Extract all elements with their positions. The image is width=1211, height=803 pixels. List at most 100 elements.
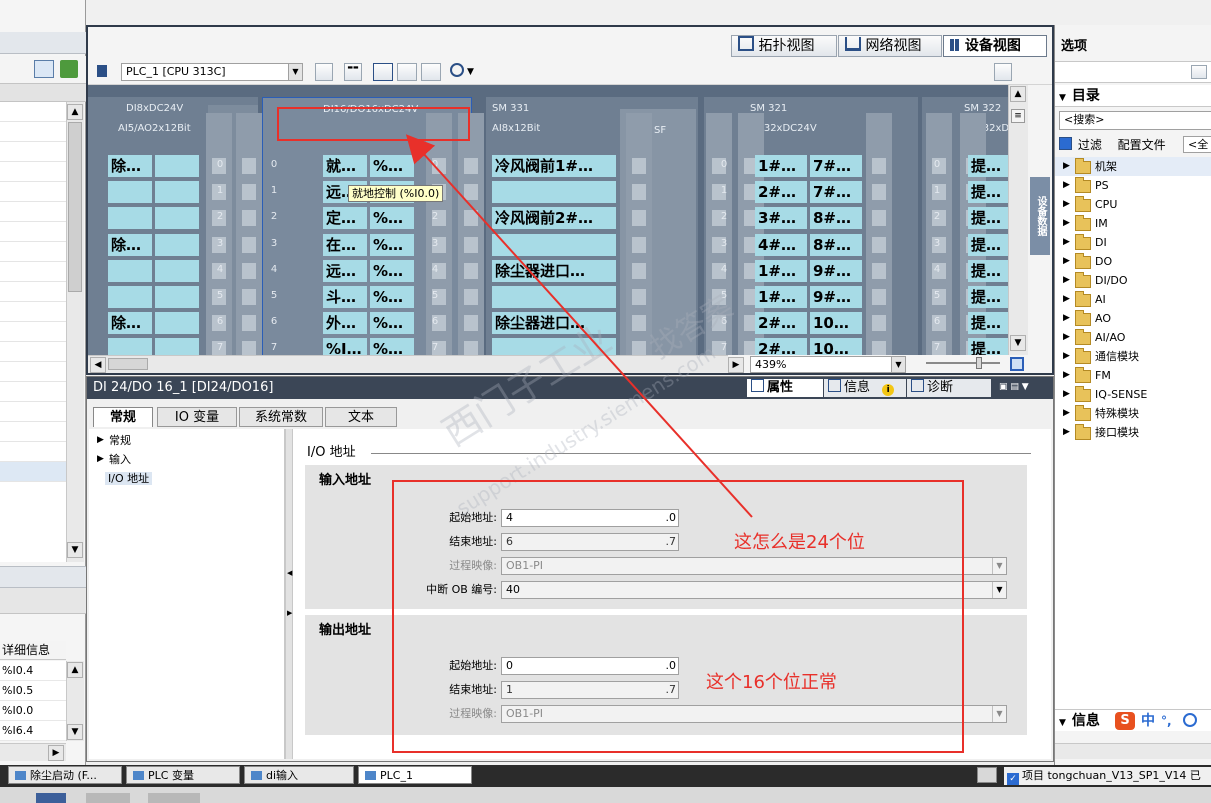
splitter-handle[interactable]: ◀ ▶ <box>285 429 293 759</box>
catalog-tree-item[interactable]: ▶ 特殊模块 <box>1055 404 1211 423</box>
chevron-right-icon[interactable]: ▶ <box>1063 309 1070 328</box>
tag-cell[interactable]: 提… <box>968 286 1008 308</box>
catalog-tree-item[interactable]: ▶ 接口模块 <box>1055 423 1211 442</box>
tag-cell[interactable] <box>155 338 199 355</box>
tag-cell[interactable] <box>155 286 199 308</box>
tag-cell[interactable]: 3#… <box>755 207 807 230</box>
scroll-down-icon[interactable]: ▼ <box>67 724 83 740</box>
catalog-tree-item[interactable]: ▶ PS <box>1055 176 1211 195</box>
tag-cell[interactable] <box>155 233 199 256</box>
export-icon[interactable] <box>60 60 78 78</box>
tag-cell[interactable]: 1#… <box>755 259 807 282</box>
tag-cell[interactable]: 除… <box>108 233 152 256</box>
toggle-overview-button[interactable] <box>315 63 333 81</box>
scroll-up-icon[interactable]: ▲ <box>67 104 83 120</box>
taskbar-item[interactable]: PLC_1 <box>358 766 472 784</box>
tag-cell[interactable] <box>108 207 152 230</box>
device-selector[interactable]: PLC_1 [CPU 313C] ▼ <box>121 63 303 81</box>
catalog-tree-item[interactable]: ▶ AI/AO <box>1055 328 1211 347</box>
catalog-tree-item[interactable]: ▶ IM <box>1055 214 1211 233</box>
chevron-right-icon[interactable]: ▶ <box>1063 195 1070 214</box>
inspector-tab-diagnostics[interactable]: 诊断 <box>907 379 991 397</box>
device-data-tab[interactable]: 设备数据 <box>1030 177 1050 255</box>
tag-cell[interactable] <box>155 155 199 177</box>
catalog-tree-item[interactable]: ▶ DI/DO <box>1055 271 1211 290</box>
zoom-select[interactable]: 439% ▼ <box>750 356 906 373</box>
tag-cell[interactable]: %… <box>370 312 414 335</box>
chevron-right-icon[interactable]: ▶ <box>1063 366 1070 385</box>
view-tab-topology[interactable]: 拓扑视图 <box>731 35 837 57</box>
panel-toggle-button[interactable] <box>994 63 1012 81</box>
tag-cell[interactable]: 2#… <box>755 181 807 204</box>
tag-cell[interactable]: 提… <box>968 233 1008 256</box>
catalog-tree-item[interactable]: ▶ AO <box>1055 309 1211 328</box>
prop-tab-io-tags[interactable]: IO 变量 <box>157 407 237 427</box>
tag-cell[interactable]: %… <box>370 338 414 355</box>
taskbar-network-icon[interactable] <box>977 767 997 783</box>
punctuation-icon[interactable]: °, <box>1161 710 1172 732</box>
tag-cell[interactable]: 9#… <box>810 286 862 308</box>
view-tab-network[interactable]: 网络视图 <box>838 35 942 57</box>
tag-cell[interactable] <box>492 233 616 256</box>
tag-cell[interactable]: 4#… <box>755 233 807 256</box>
tag-cell[interactable]: 定… <box>323 207 367 230</box>
tag-cell[interactable] <box>108 181 152 204</box>
chevron-right-icon[interactable]: ▶ <box>1063 385 1070 404</box>
scroll-up-icon[interactable]: ▲ <box>67 662 83 678</box>
list-item[interactable]: %I0.5 <box>0 681 66 701</box>
prop-nav-input[interactable]: ▶ 输入 <box>89 450 284 469</box>
device-select-icon[interactable] <box>94 63 112 81</box>
zoom-dropdown-icon[interactable]: ▼ <box>467 67 474 77</box>
view-tab-device[interactable]: 设备视图 <box>943 35 1047 57</box>
table-button[interactable] <box>421 63 441 81</box>
tag-cell[interactable]: 10… <box>810 338 862 355</box>
catalog-tree-item[interactable]: ▶ IQ-SENSE <box>1055 385 1211 404</box>
tag-cell[interactable]: 2#… <box>755 338 807 355</box>
chevron-right-icon[interactable]: ▶ <box>1063 347 1070 366</box>
tag-cell[interactable]: 提… <box>968 259 1008 282</box>
scroll-left-icon[interactable]: ◀ <box>90 357 106 373</box>
info-header[interactable]: ▼ 信息 S 中 °, <box>1055 709 1211 731</box>
inspector-tab-info[interactable]: 信息 i <box>824 379 906 397</box>
profile-select[interactable]: <全 <box>1183 136 1211 153</box>
scroll-thumb[interactable] <box>68 122 82 292</box>
chevron-right-icon[interactable]: ▶ <box>1063 214 1070 233</box>
chevron-right-icon[interactable]: ▶ <box>1063 233 1070 252</box>
tag-cell[interactable]: 在… <box>323 233 367 256</box>
list-item[interactable]: %I0.4 <box>0 661 66 681</box>
chevron-right-icon[interactable]: ▶ <box>1063 404 1070 423</box>
options-toolbar-button[interactable] <box>1191 65 1207 79</box>
tag-cell[interactable]: %I… <box>323 338 367 355</box>
catalog-tree-item[interactable]: ▶ 机架 <box>1055 157 1211 176</box>
tag-cell[interactable] <box>492 181 616 204</box>
tag-cell[interactable]: 1#… <box>755 155 807 177</box>
canvas-hscroll[interactable]: ◀ ▶ <box>88 355 744 373</box>
tag-cell[interactable]: 提… <box>968 207 1008 230</box>
tag-cell[interactable]: 除… <box>108 155 152 177</box>
zoom-slider-handle[interactable] <box>976 357 982 369</box>
scroll-down-icon[interactable]: ▼ <box>1010 335 1026 351</box>
tag-cell[interactable]: %… <box>370 233 414 256</box>
prop-nav-general[interactable]: ▶ 常规 <box>89 431 284 450</box>
prop-tab-general[interactable]: 常规 <box>93 407 153 427</box>
tag-cell[interactable]: 斗… <box>323 286 367 308</box>
show-names-button[interactable]: ▬▬ <box>344 63 362 81</box>
canvas-vscroll[interactable]: ▲ ▼ ≡ <box>1008 85 1028 355</box>
catalog-tree-item[interactable]: ▶ FM <box>1055 366 1211 385</box>
zoom-slider[interactable] <box>926 357 1000 369</box>
chevron-right-icon[interactable]: ▶ <box>1063 157 1070 176</box>
grid-view-icon[interactable] <box>34 60 54 78</box>
tag-cell[interactable]: 就… <box>323 155 367 177</box>
info-hscroll[interactable] <box>1055 743 1211 759</box>
catalog-header[interactable]: ▼ 目录 <box>1055 85 1211 107</box>
fit-icon[interactable] <box>1010 357 1024 371</box>
tag-cell[interactable] <box>108 259 152 282</box>
prop-tab-system-constants[interactable]: 系统常数 <box>239 407 323 427</box>
chevron-down-icon[interactable]: ▼ <box>891 357 905 372</box>
tag-cell[interactable]: 提… <box>968 312 1008 335</box>
tag-cell[interactable]: %… <box>370 207 414 230</box>
scroll-up-icon[interactable]: ▲ <box>1010 86 1026 102</box>
chevron-right-icon[interactable]: ▶ <box>1063 176 1070 195</box>
catalog-tree-item[interactable]: ▶ DI <box>1055 233 1211 252</box>
catalog-tree-item[interactable]: ▶ AI <box>1055 290 1211 309</box>
